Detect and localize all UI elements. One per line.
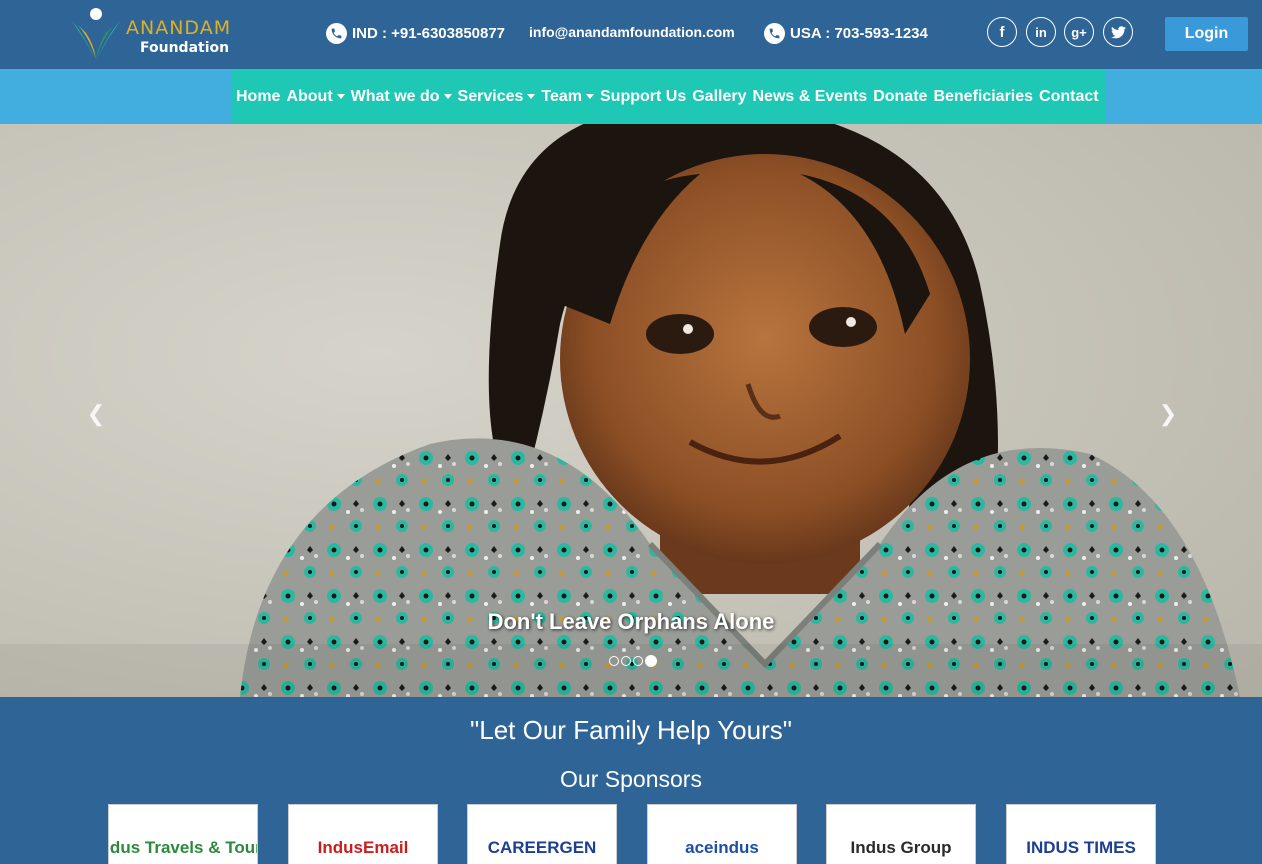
caret-down-icon <box>527 94 536 99</box>
twitter-icon[interactable] <box>1103 17 1133 47</box>
nav-item-label: Team <box>541 87 582 105</box>
sponsor-name: INDUS TIMES <box>1026 838 1136 857</box>
hero-caption: Don't Leave Orphans Alone <box>487 609 775 634</box>
linkedin-icon[interactable]: in <box>1026 17 1056 47</box>
caret-down-icon <box>443 94 452 99</box>
nav-item-label: Gallery <box>692 87 747 105</box>
contact-email-link[interactable]: info@anandamfoundation.com <box>529 19 735 45</box>
nav-item-label: Donate <box>873 87 928 105</box>
nav-item-label: Contact <box>1039 87 1099 105</box>
contact-phone-india[interactable]: IND : +91-6303850877 <box>326 20 505 46</box>
carousel-dot[interactable] <box>633 656 643 666</box>
phone-icon <box>764 22 785 44</box>
logo-mark-icon <box>72 8 120 61</box>
sponsor-logo[interactable]: CAREERGEN <box>467 804 617 864</box>
login-button[interactable]: Login <box>1165 17 1248 51</box>
nav-item-services[interactable]: Services <box>458 88 536 106</box>
nav-item-label: About <box>286 87 333 105</box>
main-nav: Home About What we do Services Team Support U… <box>231 69 1105 124</box>
google-plus-icon[interactable]: g+ <box>1064 17 1094 47</box>
nav-item-what-we-do[interactable]: What we do <box>351 88 452 106</box>
sponsor-name: Indus Travels & Tours <box>109 838 257 857</box>
carousel-dot[interactable] <box>621 656 631 666</box>
carousel-indicators <box>609 655 657 667</box>
carousel-next-icon[interactable]: ❯ <box>1156 401 1180 426</box>
nav-item-label: Support Us <box>600 87 687 105</box>
nav-item-label: Services <box>457 87 524 105</box>
contact-phone-usa[interactable]: USA : 703-593-1234 <box>764 20 928 46</box>
logo[interactable]: ANANDAM Foundation <box>66 5 231 63</box>
sponsor-name: aceindus <box>685 838 759 857</box>
sponsor-logo[interactable]: Indus Group <box>826 804 976 864</box>
nav-item-beneficiaries[interactable]: Beneficiaries <box>933 88 1033 106</box>
nav-item-label: What we do <box>350 87 440 105</box>
sponsor-name: Indus Group <box>850 838 952 857</box>
carousel-prev-icon[interactable]: ❮ <box>84 401 108 426</box>
carousel-dot[interactable] <box>609 656 619 666</box>
sponsor-name: CAREERGEN <box>487 838 597 857</box>
hero-carousel: ❮ ❯ Don't Leave Orphans Alone <box>0 124 1262 697</box>
nav-item-donate[interactable]: Donate <box>873 88 927 106</box>
sponsors-title: Our Sponsors <box>560 766 702 792</box>
tagline: "Let Our Family Help Yours" <box>470 715 792 745</box>
nav-item-label: Beneficiaries <box>933 87 1034 105</box>
facebook-icon[interactable]: f <box>987 17 1017 47</box>
carousel-dot[interactable] <box>645 655 657 667</box>
nav-item-news-events[interactable]: News & Events <box>752 88 867 106</box>
nav-item-support-us[interactable]: Support Us <box>600 88 686 106</box>
logo-name: ANANDAM <box>126 17 232 39</box>
nav-item-label: News & Events <box>752 87 868 105</box>
nav-item-contact[interactable]: Contact <box>1039 88 1099 106</box>
logo-subtitle: Foundation <box>140 40 230 56</box>
sponsor-name: IndusEmail <box>317 838 409 857</box>
nav-item-gallery[interactable]: Gallery <box>692 88 746 106</box>
caret-down-icon <box>336 94 345 99</box>
sponsor-logo[interactable]: aceindus <box>647 804 797 864</box>
phone-india-text: IND : +91-6303850877 <box>352 24 506 42</box>
sponsor-logo[interactable]: IndusEmail <box>288 804 438 864</box>
top-header: ANANDAM Foundation IND : +91-6303850877 … <box>0 0 1262 69</box>
caret-down-icon <box>586 94 594 99</box>
nav-item-team[interactable]: Team <box>541 88 594 106</box>
sponsor-logo[interactable]: Indus Travels & Tours <box>108 804 258 864</box>
sponsor-logo[interactable]: INDUS TIMES <box>1006 804 1156 864</box>
nav-item-about[interactable]: About <box>286 87 345 106</box>
phone-icon <box>326 22 347 44</box>
nav-item-home[interactable]: Home <box>236 88 280 106</box>
nav-item-label: Home <box>236 87 281 105</box>
phone-usa-text: USA : 703-593-1234 <box>790 24 928 42</box>
